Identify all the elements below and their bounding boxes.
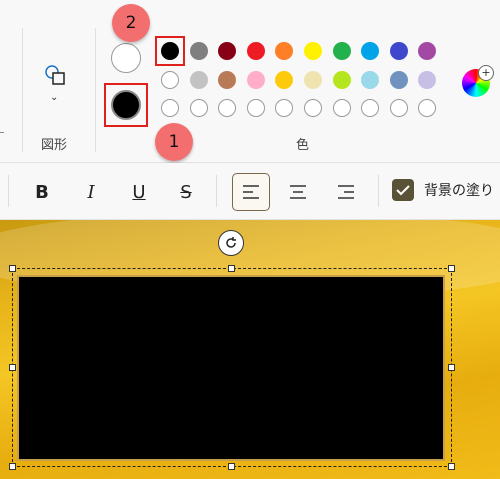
align-center-icon: [290, 185, 306, 199]
bold-button[interactable]: B: [24, 174, 60, 210]
custom-color-swatch[interactable]: [304, 99, 322, 117]
palette-swatch[interactable]: [361, 42, 380, 60]
resize-handle[interactable]: [228, 265, 235, 272]
palette-swatch[interactable]: [332, 42, 351, 60]
selection-box: [12, 268, 452, 467]
palette-swatch[interactable]: [218, 42, 237, 60]
custom-color-swatch[interactable]: [218, 99, 237, 117]
shapes-button[interactable]: ⌄: [36, 58, 76, 108]
palette-swatch[interactable]: [189, 42, 208, 60]
palette-swatch[interactable]: [246, 71, 265, 89]
plus-icon: +: [478, 65, 494, 81]
annotation-badge-1: 1: [155, 123, 193, 161]
divider: [22, 28, 23, 152]
divider: [0, 132, 4, 133]
divider: [8, 175, 9, 207]
ribbon: ⌄ 図形 + 色: [0, 0, 500, 163]
fill-background-checkbox[interactable]: [392, 179, 414, 201]
custom-color-swatch[interactable]: [389, 99, 408, 117]
shapes-icon: [45, 65, 65, 85]
palette-swatch[interactable]: [361, 71, 380, 89]
resize-handle[interactable]: [9, 463, 16, 470]
divider: [95, 28, 96, 152]
palette-swatch[interactable]: [246, 42, 265, 60]
resize-handle[interactable]: [448, 463, 455, 470]
palette-swatch[interactable]: [161, 71, 179, 89]
color1-swatch[interactable]: [111, 90, 141, 120]
rotate-icon: [226, 237, 236, 248]
palette-swatch[interactable]: [304, 71, 322, 89]
palette-swatch[interactable]: [218, 71, 237, 89]
resize-handle[interactable]: [9, 364, 16, 371]
align-left-button[interactable]: [232, 173, 270, 211]
custom-color-swatch[interactable]: [418, 99, 437, 117]
checkmark-icon: [396, 185, 410, 196]
strikethrough-button[interactable]: S: [168, 174, 204, 210]
resize-handle[interactable]: [448, 265, 455, 272]
color2-swatch[interactable]: [111, 43, 141, 73]
palette-swatch[interactable]: [275, 42, 294, 60]
align-right-icon: [338, 185, 354, 199]
resize-handle[interactable]: [228, 463, 235, 470]
custom-color-swatch[interactable]: [161, 99, 179, 117]
custom-color-swatch[interactable]: [275, 99, 294, 117]
italic-button[interactable]: I: [73, 174, 109, 210]
divider: [378, 175, 379, 207]
palette-swatch[interactable]: [389, 71, 408, 89]
palette-swatch[interactable]: [275, 71, 294, 89]
shapes-group-label: 図形: [41, 138, 68, 153]
chevron-down-icon: ⌄: [50, 92, 59, 103]
custom-color-swatch[interactable]: [246, 99, 265, 117]
resize-handle[interactable]: [9, 265, 16, 272]
resize-handle[interactable]: [448, 364, 455, 371]
rotate-handle[interactable]: [218, 230, 244, 256]
underline-button[interactable]: U: [121, 174, 157, 210]
palette-swatch[interactable]: [418, 71, 437, 89]
palette-swatch[interactable]: [332, 71, 351, 89]
custom-color-swatch[interactable]: [332, 99, 351, 117]
palette-swatch[interactable]: [389, 42, 408, 60]
align-right-button[interactable]: [328, 174, 364, 210]
palette-swatch[interactable]: [304, 42, 322, 60]
palette-swatch[interactable]: [418, 42, 437, 60]
edit-colors-button[interactable]: +: [460, 65, 494, 99]
annotation-badge-2: 2: [112, 4, 150, 42]
highlight-box-black: [155, 36, 185, 66]
color-group-label: 色: [296, 138, 310, 153]
palette-swatch[interactable]: [189, 71, 208, 89]
align-left-icon: [243, 185, 259, 199]
custom-color-swatch[interactable]: [189, 99, 208, 117]
align-center-button[interactable]: [280, 174, 316, 210]
custom-color-swatch[interactable]: [361, 99, 380, 117]
fill-background-label: 背景の塗り: [424, 183, 494, 199]
divider: [216, 175, 217, 207]
